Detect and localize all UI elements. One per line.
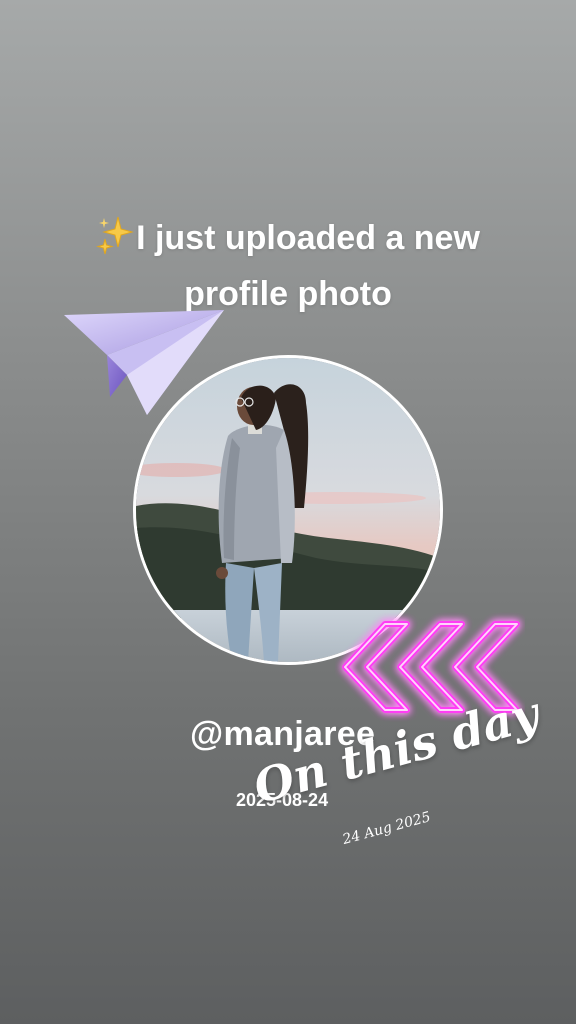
on-this-day-sticker-date: 24 Aug 2025 [340, 809, 433, 848]
sparkles-icon [96, 216, 134, 255]
headline-text-1: I just uploaded a new [136, 219, 480, 257]
headline-line-1: I just uploaded a new [0, 210, 576, 266]
